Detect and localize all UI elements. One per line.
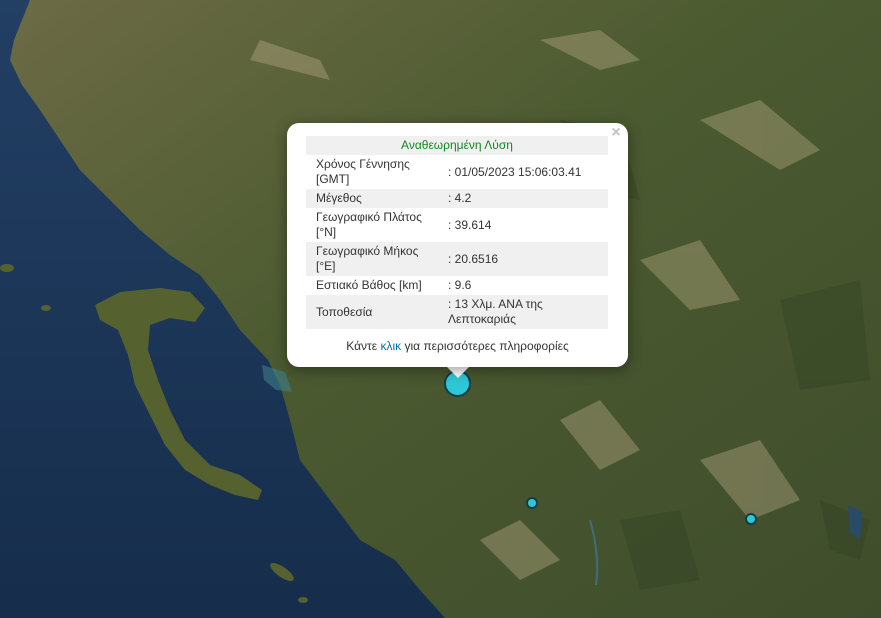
earthquake-marker[interactable]	[526, 497, 538, 509]
location-label: Τοποθεσία	[306, 295, 442, 329]
islet	[0, 264, 14, 272]
table-row: Εστιακό Βάθος [km] : 9.6	[306, 276, 608, 295]
table-row: Χρόνος Γέννησης [GMT] : 01/05/2023 15:06…	[306, 155, 608, 189]
longitude-label: Γεωγραφικό Μήκος [°E]	[306, 242, 442, 276]
more-info-line: Κάντε κλικ για περισσότερες πληροφορίες	[287, 339, 628, 353]
earthquake-popup: × Αναθεωρημένη Λύση Χρόνος Γέννησης [GMT…	[287, 123, 628, 367]
latitude-label: Γεωγραφικό Πλάτος [°N]	[316, 210, 422, 239]
more-info-prefix: Κάντε	[346, 339, 378, 353]
popup-title: Αναθεωρημένη Λύση	[306, 136, 608, 155]
antipaxoi-island	[298, 597, 308, 603]
close-button[interactable]: ×	[608, 125, 624, 141]
table-row: Μέγεθος : 4.2	[306, 189, 608, 208]
table-row: Τοποθεσία : 13 Χλμ. ΑΝΑ της Λεπτοκαριάς	[306, 295, 608, 329]
latitude-value: : 39.614	[448, 217, 492, 232]
table-row: Γεωγραφικό Πλάτος [°N] : 39.614	[306, 208, 608, 242]
origin-time-label: Χρόνος Γέννησης [GMT]	[316, 157, 410, 186]
location-value: : 13 Χλμ. ΑΝΑ της Λεπτοκαριάς	[442, 295, 608, 329]
depth-value: : 9.6	[448, 278, 472, 292]
magnitude-label: Μέγεθος	[306, 189, 442, 208]
magnitude-value: : 4.2	[442, 189, 608, 208]
origin-time-value: : 01/05/2023 15:06:03.41	[448, 164, 582, 179]
depth-label: Εστιακό Βάθος [km]	[316, 278, 422, 292]
longitude-value: : 20.6516	[442, 242, 608, 276]
islet	[41, 305, 51, 311]
earthquake-marker[interactable]	[745, 513, 757, 525]
table-row: Γεωγραφικό Μήκος [°E] : 20.6516	[306, 242, 608, 276]
more-info-link[interactable]: κλικ	[380, 339, 401, 353]
earthquake-details-table: Αναθεωρημένη Λύση Χρόνος Γέννησης [GMT] …	[306, 136, 608, 329]
more-info-suffix: για περισσότερες πληροφορίες	[404, 339, 569, 353]
popup-tip	[446, 366, 470, 378]
